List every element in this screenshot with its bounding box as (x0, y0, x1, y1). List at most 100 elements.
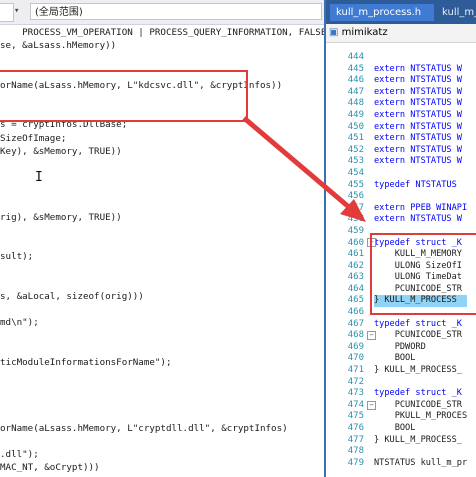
tab-kull-m-m[interactable]: kull_m_m (438, 4, 476, 21)
left-editor-pane[interactable]: ▾ (全局范围) PROCESS_VM_OPERATION | PROCESS_… (0, 0, 324, 477)
code-line[interactable]: se, &aLsass.hMemory)) (0, 39, 324, 52)
code-line[interactable] (0, 329, 324, 342)
code-line[interactable] (0, 277, 324, 290)
code-line[interactable] (374, 52, 467, 64)
line-number: 471 (347, 365, 364, 376)
code-line[interactable]: extern NTSTATUS W (374, 214, 467, 226)
line-number: 453 (347, 156, 364, 167)
code-line[interactable] (0, 343, 324, 356)
line-number: 448 (347, 98, 364, 109)
line-number: 474 (347, 399, 364, 410)
code-line[interactable]: BOOL (374, 353, 467, 365)
code-line[interactable]: extern NTSTATUS W (374, 145, 467, 157)
line-number: 461 (347, 249, 364, 260)
code-line[interactable] (0, 303, 324, 316)
fold-toggle-icon[interactable]: − (367, 331, 376, 340)
code-line[interactable]: BOOL (374, 423, 467, 435)
code-line[interactable] (374, 446, 467, 458)
code-line[interactable] (0, 382, 324, 395)
line-number: 447 (347, 86, 364, 97)
code-line[interactable]: typedef struct _K (374, 388, 467, 400)
annotation-box-left (0, 70, 248, 122)
file-dropdown[interactable] (0, 3, 14, 22)
code-line[interactable] (0, 237, 324, 250)
line-number: 465 (347, 295, 364, 306)
line-number: 479 (347, 457, 364, 468)
left-editor-header: ▾ (全局范围) (0, 0, 324, 25)
scope-dropdown[interactable]: (全局范围) (30, 3, 322, 20)
line-number-gutter: 444 445 446 447 448 449 450 451 452 453 454 455 456 4… (326, 52, 364, 469)
code-line[interactable]: extern NTSTATUS W (374, 64, 467, 76)
line-number: 449 (347, 109, 364, 120)
line-number: 470 (347, 353, 364, 364)
code-line[interactable]: } KULL_M_PROCESS_ (374, 365, 467, 377)
code-line[interactable] (0, 224, 324, 237)
code-line[interactable]: Key), &sMemory, TRUE)) (0, 145, 324, 158)
code-line[interactable]: extern NTSTATUS W (374, 156, 467, 168)
code-line[interactable]: extern PPEB WINAPI (374, 203, 467, 215)
code-line[interactable]: s, &aLocal, sizeof(orig))) (0, 290, 324, 303)
code-line[interactable]: PKULL_M_PROCES (374, 411, 467, 423)
line-number: 457 (347, 202, 364, 213)
code-line[interactable] (374, 191, 467, 203)
chevron-down-icon[interactable]: ▾ (14, 6, 19, 16)
code-line[interactable]: PCUNICODE_STR (374, 330, 467, 342)
line-number: 475 (347, 411, 364, 422)
code-line[interactable] (0, 435, 324, 448)
code-line[interactable]: SizeOfImage; (0, 132, 324, 145)
code-line[interactable]: typedef NTSTATUS (374, 180, 467, 192)
code-line[interactable] (0, 395, 324, 408)
line-number: 459 (347, 225, 364, 236)
code-line[interactable]: PDWORD (374, 342, 467, 354)
code-line[interactable]: PROCESS_VM_OPERATION | PROCESS_QUERY_INF… (0, 26, 324, 39)
line-number: 472 (347, 376, 364, 387)
fold-toggle-icon[interactable]: − (367, 401, 376, 410)
text-cursor-icon: I (35, 170, 43, 185)
code-line[interactable] (374, 377, 467, 389)
line-number: 460 (347, 237, 364, 248)
line-number: 473 (347, 388, 364, 399)
line-number: 455 (347, 179, 364, 190)
tab-bar: kull_m_process.h kull_m_m (326, 0, 476, 24)
code-line[interactable]: } KULL_M_PROCESS_ (374, 435, 467, 447)
code-line[interactable] (0, 369, 324, 382)
code-line[interactable]: extern NTSTATUS W (374, 75, 467, 87)
code-line[interactable]: extern NTSTATUS W (374, 87, 467, 99)
code-line[interactable]: rig), &sMemory, TRUE)) (0, 211, 324, 224)
code-line[interactable]: extern NTSTATUS W (374, 98, 467, 110)
code-line[interactable] (374, 168, 467, 180)
code-line[interactable]: extern NTSTATUS W (374, 110, 467, 122)
code-line[interactable]: md\n"); (0, 316, 324, 329)
code-line[interactable]: sult); (0, 250, 324, 263)
code-line[interactable]: NTSTATUS kull_m_pr (374, 458, 467, 470)
line-number: 451 (347, 133, 364, 144)
tab-kull-m-process-h[interactable]: kull_m_process.h (330, 4, 434, 21)
code-line[interactable] (0, 52, 324, 65)
code-line[interactable] (0, 158, 324, 171)
line-number: 462 (347, 260, 364, 271)
project-nav-bar[interactable]: ▣ mimikatz (326, 24, 476, 43)
code-line[interactable]: MAC_NT, &oCrypt))) (0, 461, 324, 474)
code-line[interactable]: PCUNICODE_STR (374, 400, 467, 412)
annotation-box-right (370, 233, 476, 315)
code-line[interactable] (0, 263, 324, 276)
line-number: 478 (347, 446, 364, 457)
line-number: 458 (347, 214, 364, 225)
code-line[interactable]: orName(aLsass.hMemory, L"cryptdll.dll", … (0, 422, 324, 435)
code-line[interactable] (0, 408, 324, 421)
project-icon: ▣ (329, 27, 339, 38)
line-number: 464 (347, 283, 364, 294)
code-line[interactable]: extern NTSTATUS W (374, 122, 467, 134)
right-editor-pane[interactable]: kull_m_process.h kull_m_m ▣ mimikatz 444… (324, 0, 476, 477)
code-line[interactable]: typedef struct _K (374, 319, 467, 331)
line-number: 469 (347, 341, 364, 352)
code-line[interactable] (0, 197, 324, 210)
code-line[interactable]: extern NTSTATUS W (374, 133, 467, 145)
line-number: 468 (347, 330, 364, 341)
code-line[interactable] (0, 171, 324, 184)
code-line[interactable]: ticModuleInformationsForName"); (0, 356, 324, 369)
line-number: 444 (347, 52, 364, 62)
line-number: 452 (347, 144, 364, 155)
code-line[interactable]: .dll"); (0, 448, 324, 461)
code-line[interactable] (0, 184, 324, 197)
